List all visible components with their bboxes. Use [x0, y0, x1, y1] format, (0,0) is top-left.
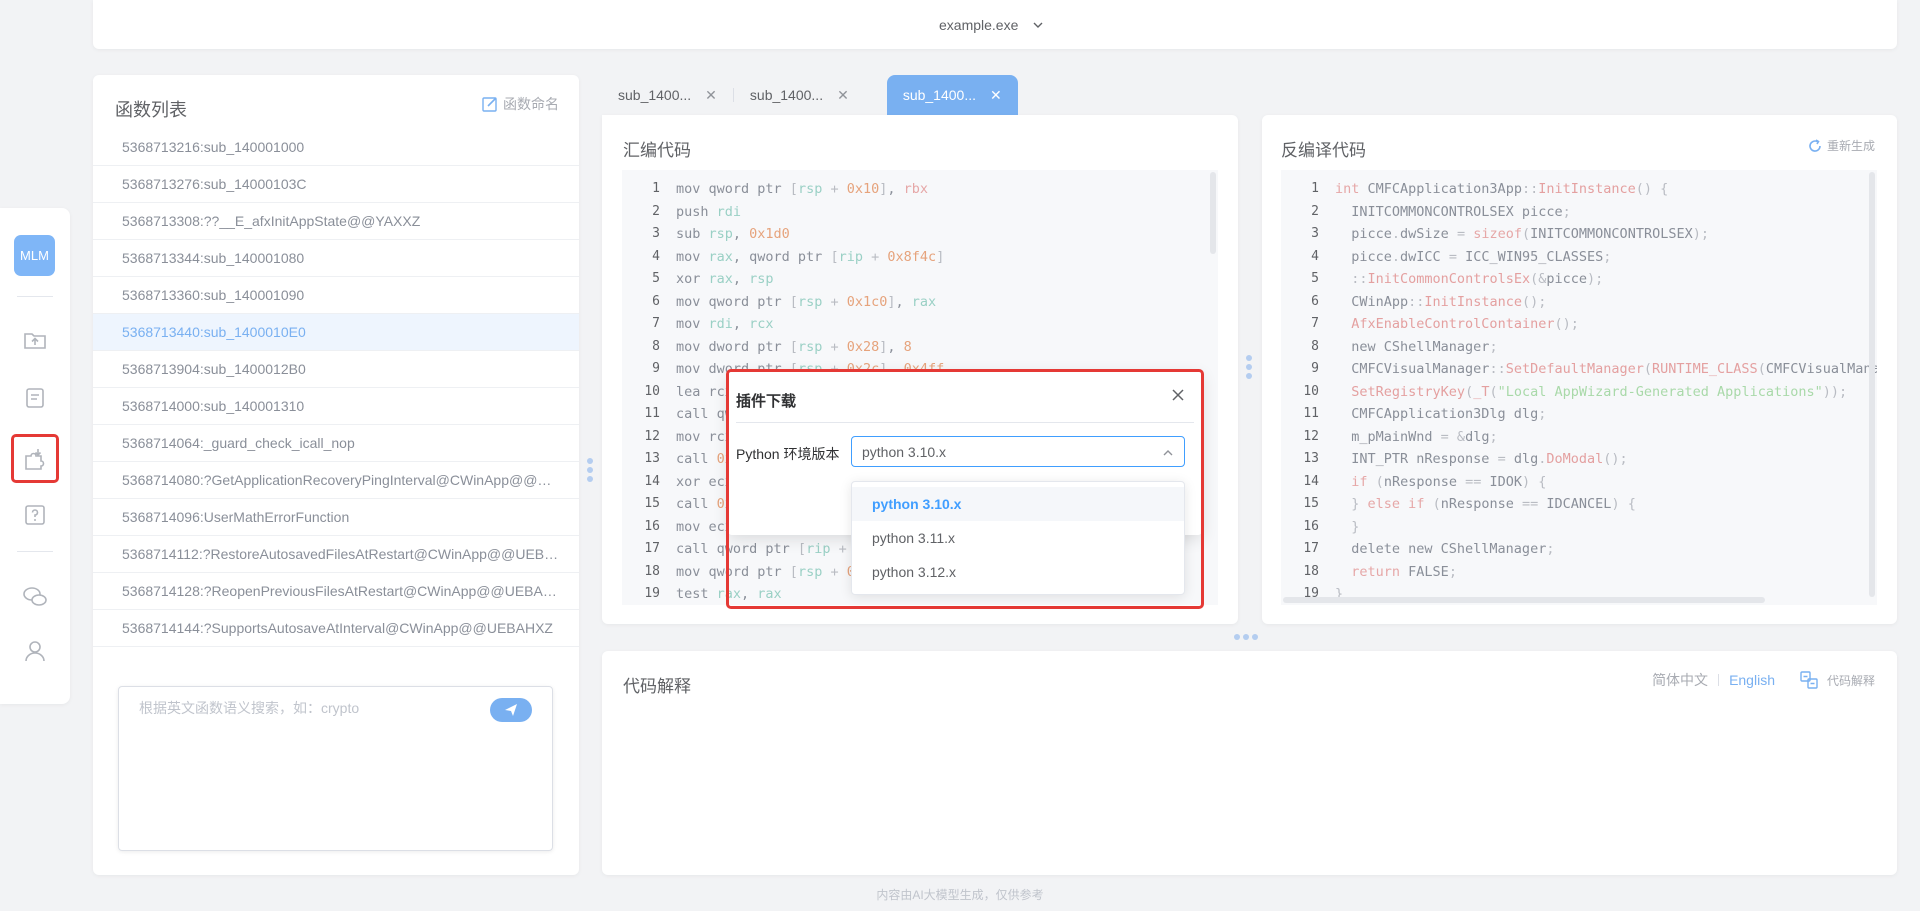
python-option[interactable]: python 3.12.x — [852, 555, 1184, 589]
send-button[interactable] — [490, 698, 532, 722]
function-list-item[interactable]: 5368714160:?SupportsAutosaveAtRestart@CW… — [93, 647, 579, 659]
explain-code-button[interactable]: 代码解释 — [1799, 670, 1875, 690]
function-list-item[interactable]: 5368714080:?GetApplicationRecoveryPingIn… — [93, 462, 579, 499]
tab-label: sub_1400... — [618, 87, 692, 103]
python-version-dropdown: python 3.10.x python 3.11.x python 3.12.… — [851, 481, 1185, 595]
function-list-item[interactable]: 5368714128:?ReopenPreviousFilesAtRestart… — [93, 573, 579, 610]
decompiled-panel: 反编译代码 重新生成 1 int CMFCApplication3App::Ini… — [1262, 115, 1897, 624]
decompiled-title: 反编译代码 — [1281, 141, 1366, 160]
explain-icon — [1800, 671, 1818, 689]
chevron-down-icon — [1033, 22, 1043, 28]
left-nav: MLM — [0, 208, 70, 704]
semantic-search-box — [118, 686, 553, 851]
lang-zh-button[interactable]: 简体中文 — [1652, 670, 1708, 690]
close-icon[interactable]: ✕ — [837, 87, 849, 104]
function-list-item[interactable]: 5368713216:sub_140001000 — [93, 129, 579, 166]
function-list-item[interactable]: 5368714096:UserMathErrorFunction — [93, 499, 579, 536]
vertical-scrollbar[interactable] — [1869, 172, 1875, 597]
file-name: example.exe — [939, 17, 1019, 33]
horizontal-scrollbar[interactable] — [1283, 597, 1765, 603]
middle-resize-handle[interactable] — [1246, 355, 1252, 379]
tab-function-3[interactable]: sub_1400... ✕ — [886, 75, 1018, 115]
assembly-title: 汇编代码 — [623, 141, 691, 160]
bottom-resize-handle[interactable] — [1234, 634, 1258, 640]
wechat-icon[interactable] — [20, 582, 50, 612]
user-icon[interactable] — [20, 636, 50, 666]
explanation-title: 代码解释 — [623, 677, 691, 696]
code-explanation-panel: 代码解释 简体中文 English 代码解释 — [602, 651, 1897, 875]
send-icon — [505, 704, 517, 716]
refresh-icon — [1809, 138, 1821, 152]
function-list: 5368713216:sub_140001000 5368713276:sub_1… — [93, 129, 579, 659]
tab-label: sub_1400... — [902, 87, 976, 103]
tab-label: sub_1400... — [749, 87, 824, 103]
function-list-item[interactable]: 5368713276:sub_14000103C — [93, 166, 579, 203]
function-list-title: 函数列表 — [115, 100, 187, 120]
code-tabs: sub_1400... ✕ sub_1400... ✕ sub_1400... … — [602, 75, 1018, 115]
semantic-search-input[interactable] — [137, 699, 481, 717]
regenerate-label: 重新生成 — [1826, 139, 1875, 153]
function-list-item[interactable]: 5368714112:?RestoreAutosavedFilesAtResta… — [93, 536, 579, 573]
nav-divider — [17, 296, 53, 297]
top-bar: example.exe — [93, 0, 1897, 49]
tab-function-1[interactable]: sub_1400... ✕ — [602, 75, 733, 115]
tab-function-2[interactable]: sub_1400... ✕ — [734, 75, 865, 115]
function-list-item[interactable]: 5368713904:sub_1400012B0 — [93, 351, 579, 388]
function-list-item[interactable]: 5368713440:sub_1400010E0 — [93, 314, 579, 351]
rename-function-button[interactable]: 函数命名 — [481, 94, 559, 114]
plugin-download-icon[interactable] — [11, 434, 59, 483]
decompiled-code[interactable]: 1 int CMFCApplication3App::InitInstance()… — [1281, 170, 1877, 605]
python-option[interactable]: python 3.11.x — [852, 521, 1184, 555]
vertical-scrollbar[interactable] — [1210, 172, 1216, 254]
nav-divider — [17, 551, 53, 552]
language-switch: 简体中文 English 代码解释 — [1652, 670, 1875, 690]
lang-divider — [1718, 674, 1720, 686]
footer-disclaimer: 内容由AI大模型生成，仅供参考 — [876, 888, 1044, 902]
document-icon[interactable] — [20, 383, 50, 413]
function-list-item[interactable]: 5368713360:sub_140001090 — [93, 277, 579, 314]
function-list-item[interactable]: 5368714000:sub_140001310 — [93, 388, 579, 425]
regenerate-button[interactable]: 重新生成 — [1807, 137, 1875, 154]
app-logo: MLM — [14, 235, 55, 276]
function-list-item[interactable]: 5368713308:??__E_afxInitAppState@@YAXXZ — [93, 203, 579, 240]
edit-icon — [482, 97, 497, 112]
function-list-item[interactable]: 5368714144:?SupportsAutosaveAtInterval@C… — [93, 610, 579, 647]
function-list-panel: 函数列表 函数命名 5368713216:sub_140001000 536871… — [93, 75, 579, 875]
function-list-item[interactable]: 5368713344:sub_140001080 — [93, 240, 579, 277]
lang-en-button[interactable]: English — [1729, 672, 1775, 688]
close-icon[interactable]: ✕ — [990, 87, 1002, 104]
left-resize-handle[interactable] — [587, 458, 593, 482]
folder-upload-icon[interactable] — [20, 325, 50, 355]
file-selector[interactable]: example.exe — [939, 13, 1044, 37]
function-list-item[interactable]: 5368714064:_guard_check_icall_nop — [93, 425, 579, 462]
explain-label: 代码解释 — [1826, 673, 1875, 688]
close-icon[interactable]: ✕ — [705, 87, 717, 104]
rename-label: 函数命名 — [503, 96, 559, 112]
help-icon[interactable] — [20, 500, 50, 530]
python-option[interactable]: python 3.10.x — [852, 487, 1184, 521]
